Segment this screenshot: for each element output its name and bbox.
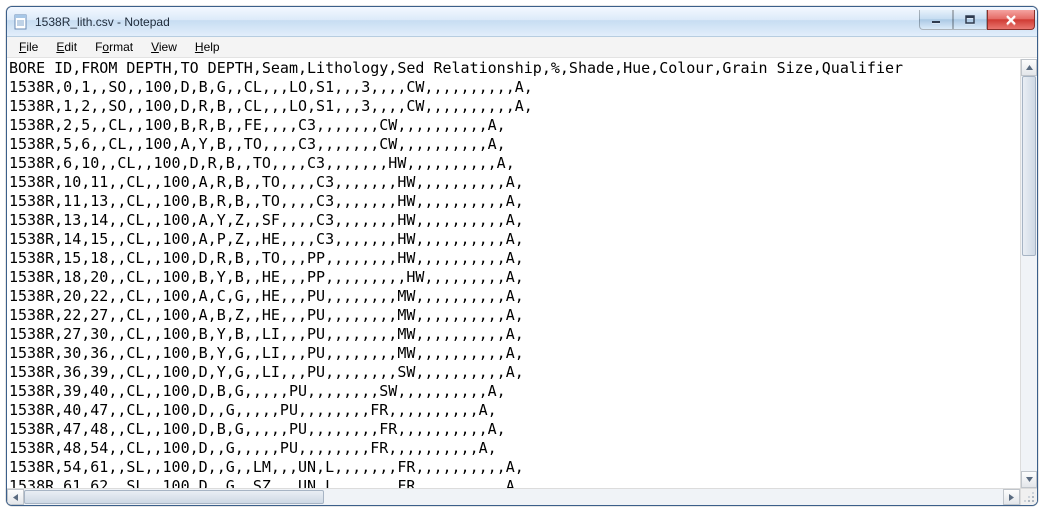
minimize-icon	[931, 15, 941, 25]
maximize-button[interactable]	[953, 10, 987, 30]
horizontal-scrollbar[interactable]	[7, 488, 1020, 505]
window-title: 1538R_lith.csv - Notepad	[35, 15, 919, 29]
close-button[interactable]	[987, 10, 1035, 30]
bottom-scroll-row	[7, 488, 1037, 505]
notepad-window: 1538R_lith.csv - Notepad File Edit Forma…	[6, 6, 1038, 506]
resize-grip-icon	[1024, 492, 1035, 503]
client-area: BORE ID,FROM DEPTH,TO DEPTH,Seam,Litholo…	[7, 58, 1037, 505]
titlebar[interactable]: 1538R_lith.csv - Notepad	[7, 7, 1037, 37]
minimize-button[interactable]	[919, 10, 953, 30]
menu-edit[interactable]: Edit	[48, 38, 85, 56]
vertical-scroll-thumb[interactable]	[1022, 76, 1036, 256]
horizontal-scroll-track[interactable]	[24, 489, 1003, 505]
menu-file[interactable]: File	[11, 38, 46, 56]
vertical-scroll-track[interactable]	[1021, 76, 1037, 471]
vertical-scrollbar[interactable]	[1020, 59, 1037, 488]
close-icon	[1005, 15, 1017, 25]
chevron-up-icon	[1025, 63, 1034, 72]
menubar: File Edit Format View Help	[7, 37, 1037, 58]
size-grip[interactable]	[1020, 488, 1037, 505]
chevron-left-icon	[11, 493, 20, 502]
text-editor[interactable]: BORE ID,FROM DEPTH,TO DEPTH,Seam,Litholo…	[7, 59, 1020, 488]
chevron-right-icon	[1007, 493, 1016, 502]
scroll-down-button[interactable]	[1021, 471, 1037, 488]
horizontal-scroll-thumb[interactable]	[24, 490, 324, 504]
chevron-down-icon	[1025, 475, 1034, 484]
notepad-icon	[13, 14, 29, 30]
menu-help[interactable]: Help	[187, 38, 228, 56]
maximize-icon	[965, 15, 975, 25]
scroll-left-button[interactable]	[7, 489, 24, 505]
window-buttons	[919, 10, 1035, 30]
scroll-up-button[interactable]	[1021, 59, 1037, 76]
menu-format[interactable]: Format	[87, 38, 141, 56]
menu-view[interactable]: View	[143, 38, 185, 56]
scroll-right-button[interactable]	[1003, 489, 1020, 505]
editor-wrap: BORE ID,FROM DEPTH,TO DEPTH,Seam,Litholo…	[7, 59, 1037, 488]
